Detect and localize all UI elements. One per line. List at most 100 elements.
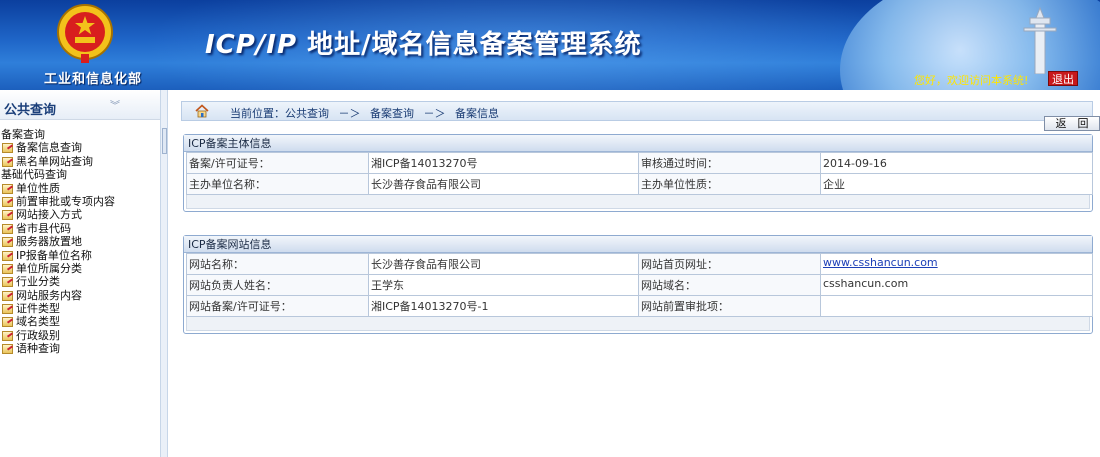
document-icon xyxy=(2,183,14,194)
breadcrumb-separator: －＞ xyxy=(423,107,446,120)
sidebar-item-label: 行业分类 xyxy=(16,275,60,289)
panel-footer xyxy=(186,195,1090,209)
domain-value: csshancun.com xyxy=(820,274,1093,296)
sidebar-group-basic-codes[interactable]: 基础代码查询 xyxy=(0,168,160,181)
sidebar-item-label: 服务器放置地 xyxy=(16,235,82,249)
subject-info-table: 备案/许可证号： 湘ICP备14013270号 审核通过时间： 2014-09-… xyxy=(186,152,1093,195)
table-row: 主办单位名称： 长沙善存食品有限公司 主办单位性质： 企业 xyxy=(186,173,1093,195)
org-type-label: 主办单位性质： xyxy=(638,173,821,195)
sidebar: 公共查询 ︾ 备案查询 备案信息查询 黑名单网站查询 基础代码查询 单位性质 前… xyxy=(0,90,161,457)
document-icon xyxy=(2,330,14,341)
document-icon xyxy=(2,290,14,301)
panel-title: ICP备案网站信息 xyxy=(184,236,1092,253)
sidebar-item-label: 省市县代码 xyxy=(16,221,71,235)
org-name-label: 主办单位名称： xyxy=(186,173,369,195)
sidebar-item-label: 证件类型 xyxy=(16,302,60,316)
homepage-label: 网站首页网址： xyxy=(638,253,821,275)
license-value: 湘ICP备14013270号 xyxy=(368,152,639,174)
sidebar-item-ip-org[interactable]: IP报备单位名称 xyxy=(0,249,160,262)
document-icon xyxy=(2,263,14,274)
sidebar-item-org-type[interactable]: 单位性质 xyxy=(0,182,160,195)
home-icon[interactable] xyxy=(194,103,210,119)
table-row: 网站名称： 长沙善存食品有限公司 网站首页网址： www.csshancun.c… xyxy=(186,253,1093,275)
sidebar-item-label: 网站服务内容 xyxy=(16,288,82,302)
monument-pillar-icon xyxy=(1023,6,1057,74)
breadcrumb-current: 当前位置：公共查询 xyxy=(230,107,329,120)
splitter-grip-icon[interactable] xyxy=(162,128,167,154)
sidebar-item-label: 备案信息查询 xyxy=(16,141,82,155)
homepage-link[interactable]: www.csshancun.com xyxy=(823,256,938,269)
document-icon xyxy=(2,303,14,315)
sidebar-item-label: 基础代码查询 xyxy=(1,168,67,182)
sidebar-item-label: 备案查询 xyxy=(1,128,45,141)
panel-footer xyxy=(186,317,1090,331)
table-row: 网站负责人姓名： 王学东 网站域名： csshancun.com xyxy=(186,274,1093,296)
homepage-cell: www.csshancun.com xyxy=(820,253,1093,275)
breadcrumb: 当前位置：公共查询 －＞ 备案查询 －＞ 备案信息 返 回 xyxy=(181,101,1100,131)
sidebar-item-language[interactable]: 语种查询 xyxy=(0,342,160,355)
sidebar-item-blacklist[interactable]: 黑名单网站查询 xyxy=(0,155,160,168)
subject-info-panel: ICP备案主体信息 备案/许可证号： 湘ICP备14013270号 审核通过时间… xyxy=(183,134,1093,212)
sidebar-splitter[interactable] xyxy=(161,90,168,457)
sidebar-group-filing-query[interactable]: 备案查询 xyxy=(0,128,160,141)
sidebar-title: 公共查询 xyxy=(4,103,57,118)
system-title-cn: 地址/域名信息备案管理系统 xyxy=(297,30,642,60)
sidebar-item-filing-info[interactable]: 备案信息查询 xyxy=(0,141,160,154)
pre-approval-label: 网站前置审批项： xyxy=(638,295,821,317)
document-icon xyxy=(2,142,14,154)
owner-value: 王学东 xyxy=(368,274,639,296)
table-row: 网站备案/许可证号： 湘ICP备14013270号-1 网站前置审批项： xyxy=(186,295,1093,317)
back-button[interactable]: 返 回 xyxy=(1044,116,1100,131)
logout-button[interactable]: 退出 xyxy=(1048,71,1078,86)
sidebar-item-server-location[interactable]: 服务器放置地 xyxy=(0,235,160,248)
national-emblem-icon xyxy=(57,4,113,63)
document-icon xyxy=(2,316,14,328)
pre-approval-value xyxy=(820,295,1093,317)
document-icon xyxy=(2,209,14,221)
document-icon xyxy=(2,196,14,207)
sidebar-item-access-method[interactable]: 网站接入方式 xyxy=(0,208,160,221)
sidebar-item-label: IP报备单位名称 xyxy=(16,248,92,262)
sidebar-item-org-category[interactable]: 单位所属分类 xyxy=(0,262,160,275)
site-name-value: 长沙善存食品有限公司 xyxy=(368,253,639,275)
org-type-value: 企业 xyxy=(820,173,1093,195)
org-name-value: 长沙善存食品有限公司 xyxy=(368,173,639,195)
sidebar-item-label: 前置审批或专项内容 xyxy=(16,194,115,208)
document-icon xyxy=(2,250,14,261)
document-icon xyxy=(2,343,14,355)
sidebar-item-label: 网站接入方式 xyxy=(16,208,82,222)
site-name-label: 网站名称： xyxy=(186,253,369,275)
document-icon xyxy=(2,276,14,288)
document-icon xyxy=(2,156,14,167)
system-title-en: ICP/IP xyxy=(205,30,298,60)
header-banner: 工业和信息化部 ICP/IP 地址/域名信息备案管理系统 您好，欢迎访问本系统!… xyxy=(0,0,1100,90)
sidebar-header[interactable]: 公共查询 ︾ xyxy=(0,90,160,120)
document-icon xyxy=(2,236,14,248)
breadcrumb-level2[interactable]: 备案查询 xyxy=(370,107,414,120)
license-label: 备案/许可证号： xyxy=(186,152,369,174)
sidebar-item-label: 单位所属分类 xyxy=(16,261,82,275)
site-license-value: 湘ICP备14013270号-1 xyxy=(368,295,639,317)
main-content: 当前位置：公共查询 －＞ 备案查询 －＞ 备案信息 返 回 ICP备案主体信息 … xyxy=(169,90,1100,457)
owner-label: 网站负责人姓名： xyxy=(186,274,369,296)
sidebar-item-admin-level[interactable]: 行政级别 xyxy=(0,329,160,342)
sidebar-item-id-type[interactable]: 证件类型 xyxy=(0,302,160,315)
sidebar-item-label: 域名类型 xyxy=(16,315,60,329)
breadcrumb-level3: 备案信息 xyxy=(455,107,499,120)
chevron-down-icon[interactable]: ︾ xyxy=(110,97,122,112)
welcome-text: 您好，欢迎访问本系统! xyxy=(914,74,1029,87)
site-info-panel: ICP备案网站信息 网站名称： 长沙善存食品有限公司 网站首页网址： www.c… xyxy=(183,235,1093,334)
site-info-table: 网站名称： 长沙善存食品有限公司 网站首页网址： www.csshancun.c… xyxy=(186,253,1093,317)
sidebar-item-domain-type[interactable]: 域名类型 xyxy=(0,315,160,328)
system-title: ICP/IP 地址/域名信息备案管理系统 xyxy=(205,24,642,61)
sidebar-item-industry[interactable]: 行业分类 xyxy=(0,275,160,288)
sidebar-item-service-content[interactable]: 网站服务内容 xyxy=(0,289,160,302)
sidebar-item-pre-approval[interactable]: 前置审批或专项内容 xyxy=(0,195,160,208)
document-icon xyxy=(2,223,14,234)
table-row: 备案/许可证号： 湘ICP备14013270号 审核通过时间： 2014-09-… xyxy=(186,152,1093,174)
sidebar-menu: 备案查询 备案信息查询 黑名单网站查询 基础代码查询 单位性质 前置审批或专项内… xyxy=(0,120,160,356)
approve-time-label: 审核通过时间： xyxy=(638,152,821,174)
sidebar-item-region-code[interactable]: 省市县代码 xyxy=(0,222,160,235)
breadcrumb-separator: －＞ xyxy=(338,107,361,120)
site-license-label: 网站备案/许可证号： xyxy=(186,295,369,317)
